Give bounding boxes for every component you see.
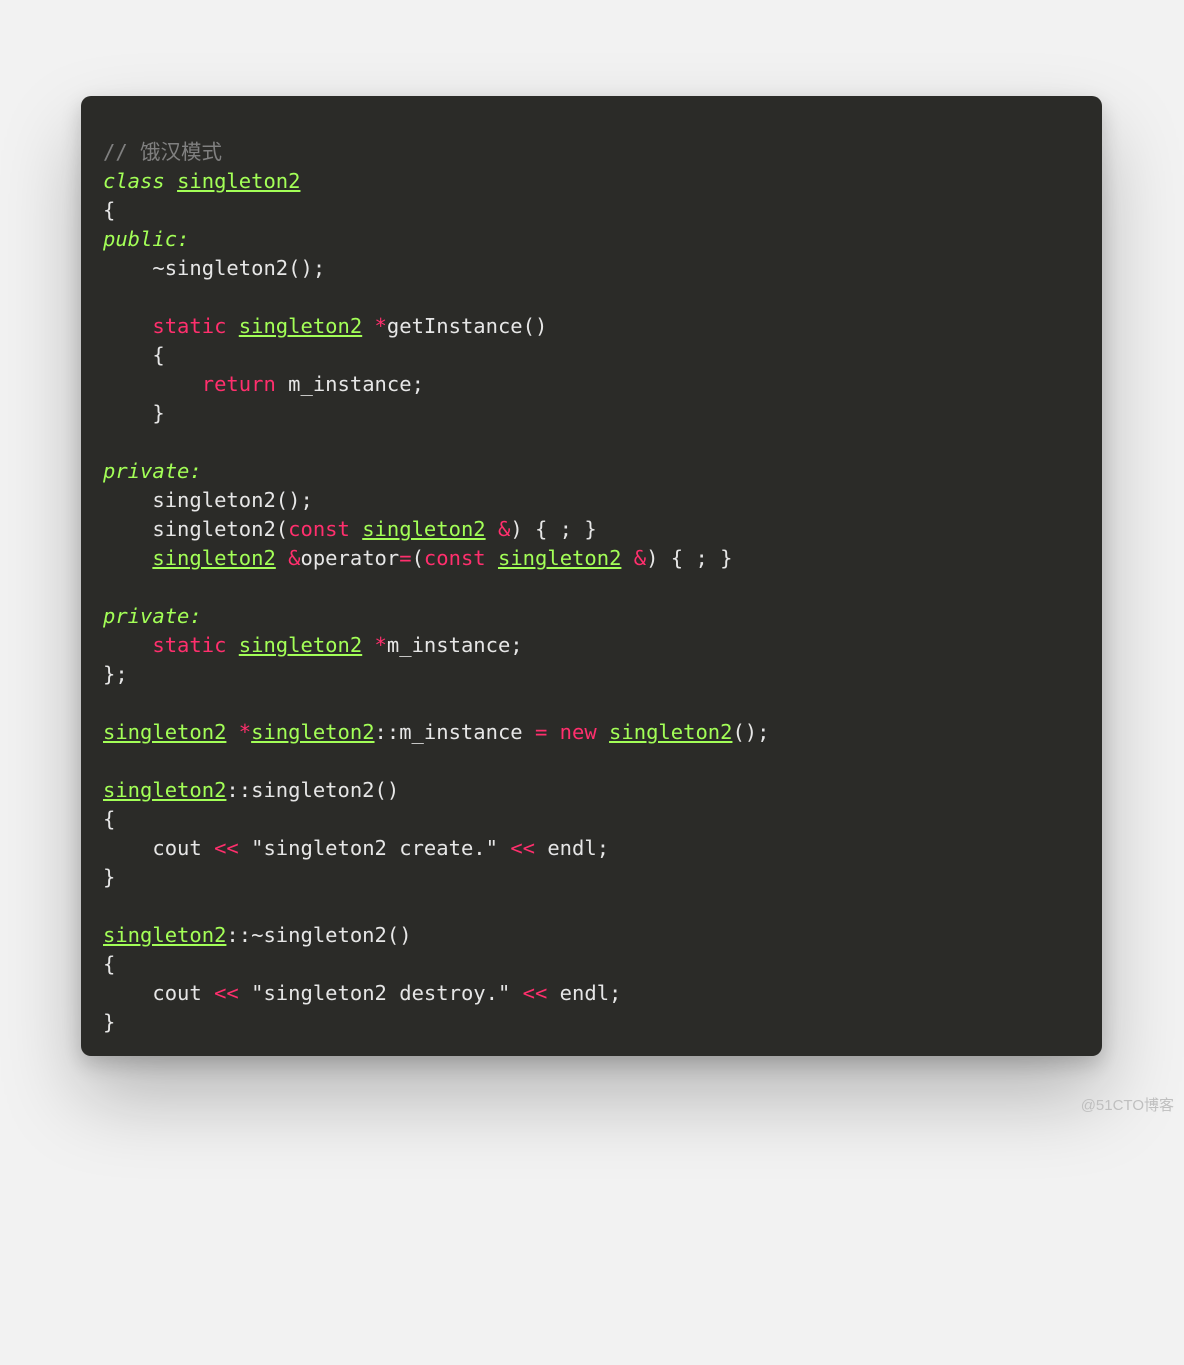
code-token <box>547 720 559 744</box>
code-token: (); <box>732 720 769 744</box>
code-token: singleton2 <box>609 720 732 744</box>
code-token <box>597 720 609 744</box>
code-token: { <box>103 343 165 367</box>
code-token: ::m_instance <box>375 720 535 744</box>
code-token: = <box>399 546 411 570</box>
code-token: ::~singleton2() <box>226 923 411 947</box>
code-token: singleton2 <box>103 923 226 947</box>
code-token <box>362 633 374 657</box>
code-token: new <box>560 720 597 744</box>
code-token <box>486 517 498 541</box>
code-token <box>276 546 288 570</box>
code-token: public: <box>103 227 189 251</box>
code-token <box>362 314 374 338</box>
code-token: endl; <box>547 981 621 1005</box>
code-block: // 饿汉模式 class singleton2 { public: ~sing… <box>81 138 1102 1037</box>
code-token: { <box>103 807 115 831</box>
code-token: singleton2 <box>239 633 362 657</box>
code-token: { <box>103 198 115 222</box>
code-token: singleton2( <box>103 517 288 541</box>
code-token: << <box>214 981 239 1005</box>
code-token: return <box>202 372 276 396</box>
code-token: m_instance; <box>387 633 523 657</box>
code-token: m_instance; <box>276 372 424 396</box>
code-token: singleton2 <box>152 546 275 570</box>
code-token: private: <box>103 604 202 628</box>
code-token: * <box>375 633 387 657</box>
code-token: ::singleton2() <box>226 778 399 802</box>
code-token: ) { ; } <box>646 546 732 570</box>
code-token: ~singleton2(); <box>103 256 325 280</box>
code-token <box>350 517 362 541</box>
code-token <box>486 546 498 570</box>
code-token: ) { ; } <box>510 517 596 541</box>
code-token: * <box>239 720 251 744</box>
code-token: const <box>288 517 350 541</box>
code-token: << <box>510 836 535 860</box>
code-token: singleton2 <box>177 169 300 193</box>
code-token: cout <box>103 836 214 860</box>
code-token: "singleton2 destroy." <box>239 981 523 1005</box>
code-token: singleton2 <box>362 517 485 541</box>
code-token <box>103 372 202 396</box>
code-token: singleton2 <box>239 314 362 338</box>
code-token: static <box>152 314 226 338</box>
watermark: @51CTO博客 <box>1081 1094 1174 1115</box>
code-token: ( <box>412 546 424 570</box>
code-token <box>226 720 238 744</box>
code-token <box>103 633 152 657</box>
code-token: { <box>103 952 115 976</box>
code-token: } <box>103 1010 115 1034</box>
code-token: << <box>214 836 239 860</box>
code-token <box>103 314 152 338</box>
code-token: singleton2 <box>251 720 374 744</box>
code-token: cout <box>103 981 214 1005</box>
code-token: & <box>498 517 510 541</box>
code-token: "singleton2 create." <box>239 836 511 860</box>
code-token: endl; <box>535 836 609 860</box>
code-token: static <box>152 633 226 657</box>
code-token <box>226 314 238 338</box>
code-token <box>226 633 238 657</box>
code-token <box>621 546 633 570</box>
code-token: const <box>424 546 486 570</box>
code-token: singleton2(); <box>103 488 313 512</box>
code-token <box>103 546 152 570</box>
code-token: }; <box>103 662 128 686</box>
code-token: } <box>103 401 165 425</box>
code-token: private: <box>103 459 202 483</box>
code-token: class <box>103 169 165 193</box>
code-token: << <box>523 981 548 1005</box>
code-token: & <box>634 546 646 570</box>
code-token: // 饿汉模式 <box>103 140 222 164</box>
code-token: singleton2 <box>498 546 621 570</box>
code-card: // 饿汉模式 class singleton2 { public: ~sing… <box>81 96 1102 1056</box>
code-token: = <box>535 720 547 744</box>
code-token: singleton2 <box>103 778 226 802</box>
code-token: & <box>288 546 300 570</box>
code-token: } <box>103 865 115 889</box>
code-token: getInstance() <box>387 314 547 338</box>
code-token: operator <box>300 546 399 570</box>
code-token: * <box>375 314 387 338</box>
code-token: singleton2 <box>103 720 226 744</box>
code-token <box>165 169 177 193</box>
